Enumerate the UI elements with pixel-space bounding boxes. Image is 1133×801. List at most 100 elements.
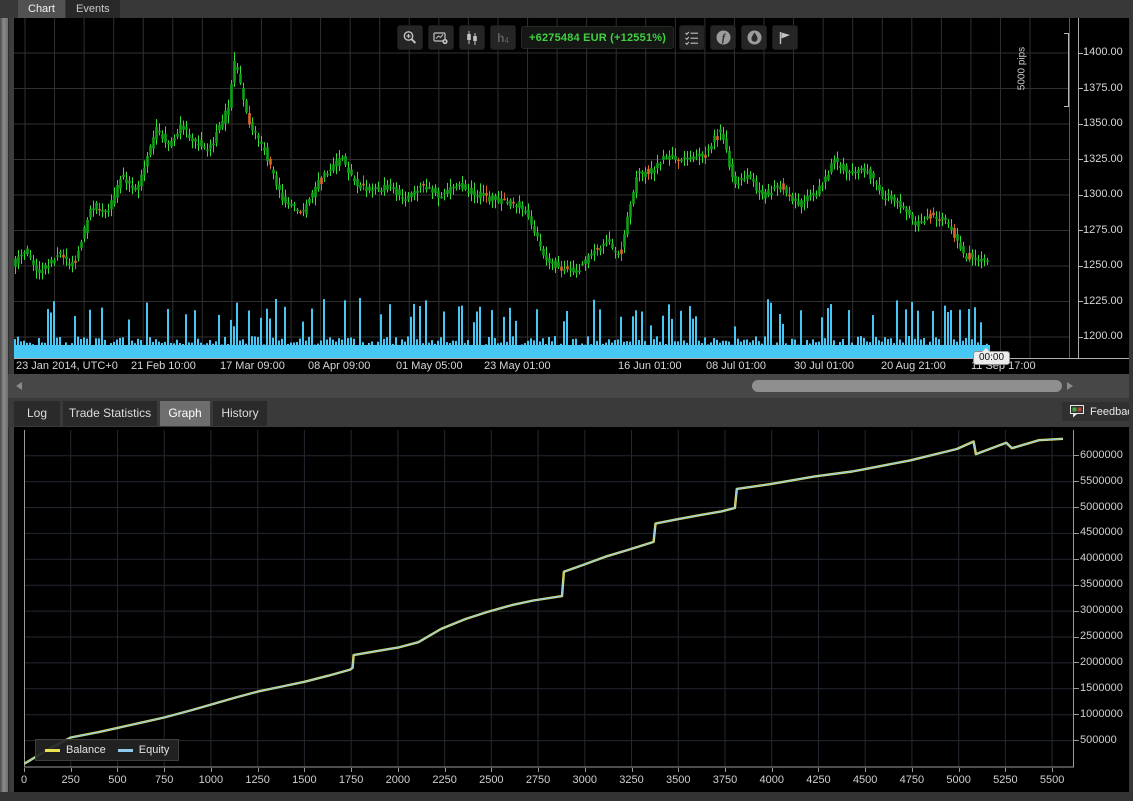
price-chart-area[interactable]: 5000 pips [14, 18, 1133, 359]
checklist-button[interactable] [679, 25, 705, 50]
trade-tick-mark [211, 768, 212, 772]
equity-tick-mark [1074, 481, 1079, 482]
pips-scale-label: 5000 pips [1017, 33, 1028, 105]
time-axis-label: 30 Jul 01:00 [794, 360, 854, 372]
chart-style-button[interactable] [459, 25, 485, 50]
trade-axis-label: 3500 [656, 774, 700, 786]
price-xaxis-labels: 23 Jan 2014, UTC+021 Feb 10:0017 Mar 09:… [14, 359, 1133, 374]
top-tabbar: Chart Events [0, 0, 1133, 18]
time-axis-label: 20 Aug 21:00 [881, 360, 946, 372]
trade-axis-label: 1250 [236, 774, 280, 786]
feedback-button[interactable]: Feedback [1062, 402, 1133, 421]
time-axis-label: 01 May 05:00 [396, 360, 463, 372]
trade-axis-label: 1500 [282, 774, 326, 786]
trade-axis-label: 1000 [189, 774, 233, 786]
scroll-left-arrow-icon[interactable] [16, 382, 22, 390]
time-axis-label: 23 May 01:00 [484, 360, 551, 372]
zoom-in-button[interactable] [397, 25, 423, 50]
equity-axis-label: 4000000 [1080, 552, 1123, 564]
price-axis-line[interactable] [1078, 18, 1079, 359]
equity-tick-mark [1074, 611, 1079, 612]
equity-tick-mark [1074, 455, 1079, 456]
plot-right-border [1069, 18, 1070, 359]
timeframe-button[interactable]: h 4 [490, 25, 516, 50]
scroll-right-arrow-icon[interactable] [1067, 382, 1073, 390]
trade-tick-mark [117, 768, 118, 772]
tab-log[interactable]: Log [14, 401, 60, 426]
trade-tick-mark [445, 768, 446, 772]
equity-plot[interactable] [24, 430, 1074, 768]
trade-tick-mark [912, 768, 913, 772]
legend-item: Balance [45, 744, 106, 756]
trade-axis-label: 5500 [1030, 774, 1074, 786]
window-right-frame [1129, 18, 1133, 792]
equity-axis-label: 1000000 [1080, 708, 1123, 720]
legend-item: Equity [118, 744, 170, 756]
bottom-tabbar: Log Trade Statistics Graph History Feedb… [8, 398, 1133, 427]
equity-tick-mark [1074, 559, 1079, 560]
tab-events[interactable]: Events [66, 0, 120, 18]
trade-tick-mark [632, 768, 633, 772]
trade-tick-mark [865, 768, 866, 772]
price-axis-label: 1250.00 [1083, 259, 1123, 271]
price-axis-label: 1375.00 [1083, 82, 1123, 94]
tab-chart[interactable]: Chart [18, 0, 65, 18]
equity-tick-mark [1074, 585, 1079, 586]
trade-tick-mark [71, 768, 72, 772]
candlestick-icon [464, 30, 480, 46]
trade-tick-mark [491, 768, 492, 772]
trade-axis-label: 2750 [516, 774, 560, 786]
equity-graph-area[interactable]: BalanceEquity 60000005500000500000045000… [14, 427, 1133, 792]
trade-tick-mark [304, 768, 305, 772]
colors-button[interactable] [741, 25, 767, 50]
cursor-time-tooltip: 00:00 [973, 351, 1010, 365]
time-axis-label: 08 Jul 01:00 [706, 360, 766, 372]
fx-button[interactable]: f [710, 25, 736, 50]
price-axis-label: 1400.00 [1083, 46, 1123, 58]
price-axis-label: 1275.00 [1083, 224, 1123, 236]
equity-tick-mark [1074, 688, 1079, 689]
timeframe-sub-label: 4 [504, 36, 508, 45]
price-axis-label: 1325.00 [1083, 153, 1123, 165]
trade-tick-mark [725, 768, 726, 772]
droplet-circle-icon [746, 29, 763, 46]
flag-button[interactable] [772, 25, 798, 50]
chart-toolbar: h 4 +6275484 EUR (+12551%) f [397, 25, 798, 50]
trade-axis-label: 4250 [796, 774, 840, 786]
candlestick-plot[interactable] [14, 18, 1069, 359]
trade-axis-label: 3250 [610, 774, 654, 786]
time-axis-label: 21 Feb 10:00 [131, 360, 196, 372]
tab-graph[interactable]: Graph [160, 401, 210, 426]
feedback-label: Feedback [1090, 406, 1133, 418]
trade-tick-mark [258, 768, 259, 772]
chart-settings-icon [433, 30, 449, 46]
equity-axis-label: 2500000 [1080, 630, 1123, 642]
equity-tick-mark [1074, 714, 1079, 715]
trade-tick-mark [678, 768, 679, 772]
tab-trade-statistics[interactable]: Trade Statistics [63, 401, 157, 426]
equity-axis-label: 3000000 [1080, 604, 1123, 616]
legend-color-dash [45, 749, 60, 752]
time-axis-label: 17 Mar 09:00 [220, 360, 285, 372]
trade-axis-label: 250 [49, 774, 93, 786]
time-axis-label: 08 Apr 09:00 [308, 360, 370, 372]
trade-axis-label: 3000 [563, 774, 607, 786]
checklist-icon [684, 30, 700, 46]
trade-axis-label: 2500 [469, 774, 513, 786]
equity-axis-label: 3500000 [1080, 578, 1123, 590]
zoom-in-icon [402, 30, 418, 46]
tab-history[interactable]: History [213, 401, 267, 426]
trade-axis-label: 5000 [937, 774, 981, 786]
equity-axis-label: 4500000 [1080, 526, 1123, 538]
equity-axis-label: 2000000 [1080, 656, 1123, 668]
window-bottom-frame [0, 792, 1133, 801]
trade-axis-label: 4000 [750, 774, 794, 786]
profit-readout: +6275484 EUR (+12551%) [521, 26, 674, 49]
trade-axis-label: 500 [95, 774, 139, 786]
chart-hscrollbar[interactable] [8, 374, 1133, 398]
chart-settings-button[interactable] [428, 25, 454, 50]
scrollbar-thumb[interactable] [752, 380, 1062, 392]
trade-tick-mark [351, 768, 352, 772]
legend-label: Balance [66, 744, 106, 756]
feedback-bubble-icon [1070, 405, 1085, 418]
